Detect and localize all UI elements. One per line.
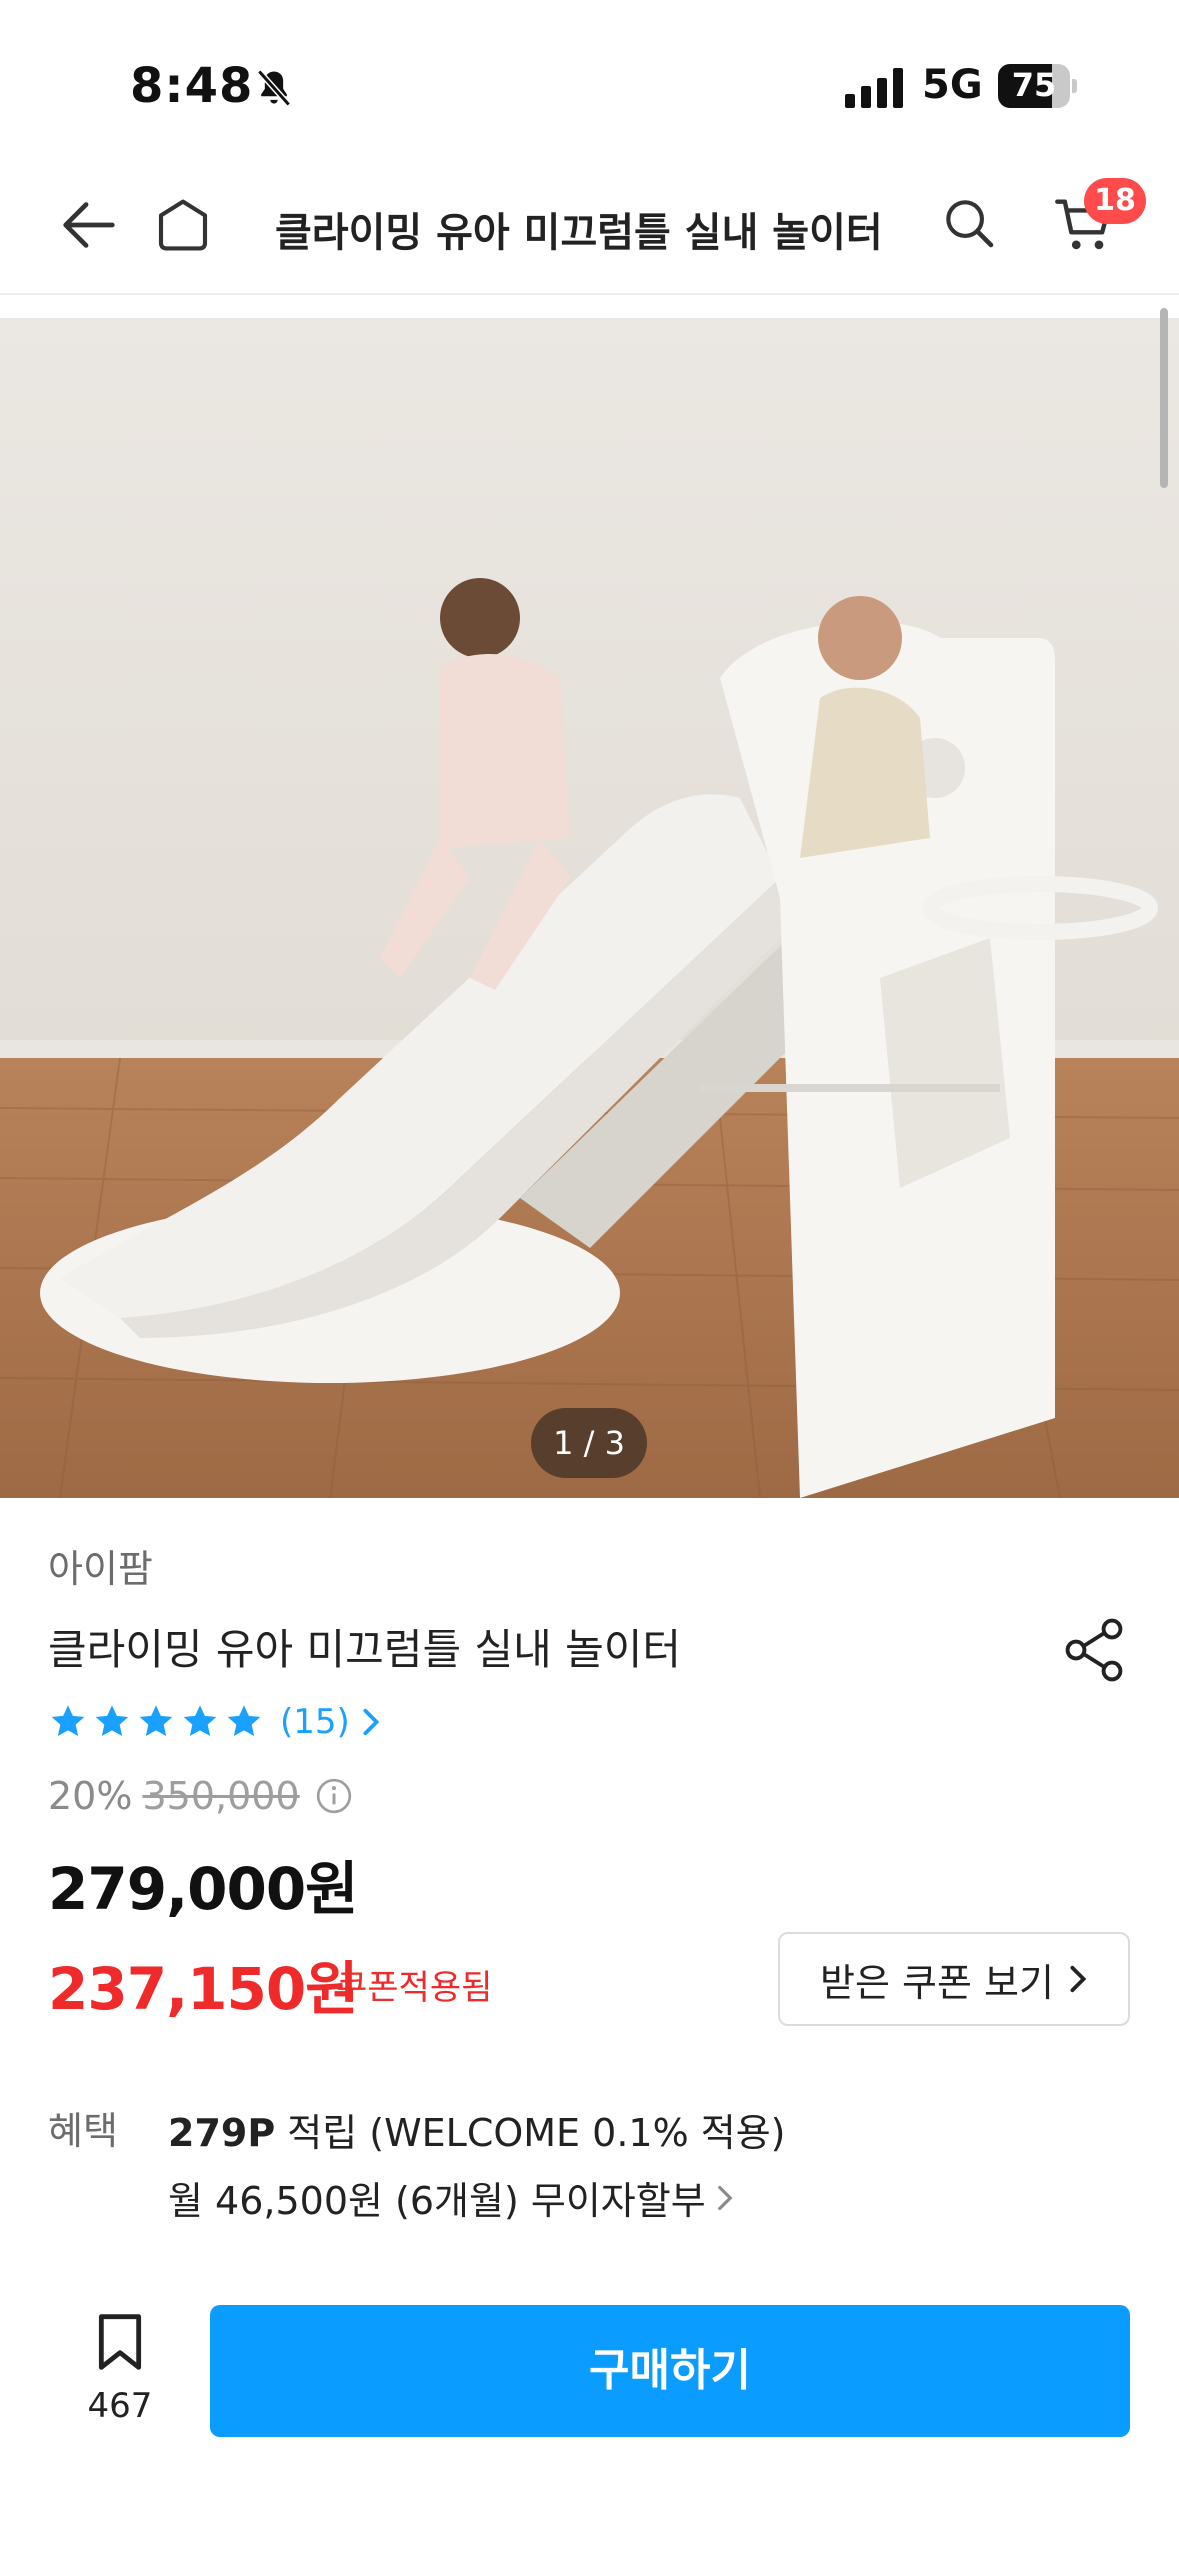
discount-rate: 20% xyxy=(48,1774,133,1818)
star-rating xyxy=(48,1702,264,1742)
battery-percent: 75 xyxy=(1011,66,1057,104)
chevron-right-icon xyxy=(363,1708,380,1736)
buy-button[interactable]: 구매하기 xyxy=(210,2305,1130,2437)
image-counter: 1 / 3 xyxy=(531,1408,647,1478)
chevron-right-icon xyxy=(1070,1965,1087,1993)
installment-benefit[interactable]: 월 46,500원 (6개월) 무이자할부 xyxy=(168,2170,734,2225)
chevron-right-icon xyxy=(717,2185,733,2210)
cart-count-badge: 18 xyxy=(1084,178,1146,224)
star-icon xyxy=(95,1705,129,1736)
points-description: 적립 (WELCOME 0.1% 적용) xyxy=(275,2111,786,2155)
brand-name[interactable]: 아이팜 xyxy=(48,1538,153,1593)
product-photo xyxy=(0,318,1179,1498)
info-icon[interactable] xyxy=(314,1776,354,1816)
view-coupons-label: 받은 쿠폰 보기 xyxy=(820,1960,1054,2005)
product-title: 클라이밍 유아 미끄럼틀 실내 놀이터 xyxy=(48,1625,682,1674)
review-count[interactable]: (15) xyxy=(280,1702,350,1742)
coupon-price: 237,150원 xyxy=(48,1955,359,2023)
home-icon[interactable] xyxy=(150,192,216,258)
star-icon xyxy=(227,1705,261,1736)
back-arrow-icon[interactable] xyxy=(54,190,124,260)
bookmark-icon xyxy=(98,2314,142,2370)
scroll-indicator[interactable] xyxy=(1160,308,1168,488)
status-bar: 8:48 5G 75 xyxy=(0,0,1179,150)
sale-price: 279,000원 xyxy=(48,1855,359,1923)
top-nav-bar: 클라이밍 유아 미끄럼틀 실내 놀이터 xyxy=(0,150,1179,295)
star-icon xyxy=(139,1705,173,1736)
cellular-signal-icon xyxy=(845,68,903,108)
rating-row[interactable]: (15) xyxy=(48,1698,382,1746)
benefit-label: 혜택 xyxy=(48,2109,118,2153)
search-icon[interactable] xyxy=(938,192,1000,254)
star-icon xyxy=(51,1705,85,1736)
wishlist-count: 467 xyxy=(87,2386,153,2426)
network-type: 5G xyxy=(922,62,983,108)
discount-row: 20% 350,000 xyxy=(48,1774,354,1818)
points-amount: 279P xyxy=(168,2111,276,2155)
points-benefit: 279P 적립 (WELCOME 0.1% 적용) xyxy=(168,2102,786,2157)
original-price: 350,000 xyxy=(142,1774,300,1818)
page-title: 클라이밍 유아 미끄럼틀 실내 놀이터 xyxy=(275,210,883,256)
wishlist-button[interactable]: 467 xyxy=(70,2310,170,2426)
coupon-applied-label: 쿠폰적용됨 xyxy=(336,1968,493,2008)
share-icon[interactable] xyxy=(1058,1612,1130,1688)
battery-icon: 75 xyxy=(998,64,1077,108)
status-time: 8:48 xyxy=(130,58,254,114)
product-image-gallery[interactable] xyxy=(0,318,1179,1498)
installment-text: 월 46,500원 (6개월) 무이자할부 xyxy=(168,2179,706,2223)
view-coupons-button[interactable]: 받은 쿠폰 보기 xyxy=(778,1932,1130,2026)
bell-off-icon xyxy=(257,69,291,107)
star-icon xyxy=(183,1705,217,1736)
